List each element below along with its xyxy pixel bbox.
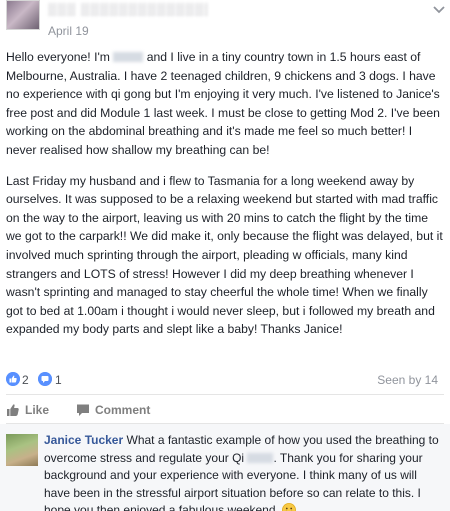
divider — [6, 394, 444, 395]
smiley-emoji-icon — [282, 503, 297, 511]
thumbs-up-icon — [7, 404, 19, 416]
post-header: ▒▒▒ ▒▒▒▒▒▒▒▒▒▒▒▒▒▒ April 19 — [0, 0, 450, 44]
post-text-segment: and I live in a tiny country town in 1.5… — [6, 50, 440, 157]
post-paragraph: Hello everyone! I'm and I live in a tiny… — [6, 48, 444, 160]
like-label: Like — [25, 403, 50, 417]
comment-count[interactable]: 1 — [55, 373, 62, 387]
post-text-segment: Hello everyone! I'm — [6, 50, 114, 64]
post-date[interactable]: April 19 — [48, 24, 89, 38]
comment-bubble-icon — [77, 404, 89, 416]
post-paragraph: Last Friday my husband and i flew to Tas… — [6, 173, 443, 337]
chevron-down-icon[interactable] — [433, 6, 445, 14]
commenter-avatar[interactable] — [6, 434, 38, 466]
author-name-redacted[interactable]: ▒▒▒ ▒▒▒▒▒▒▒▒▒▒▒▒▒▒ — [48, 2, 208, 16]
commenter-name[interactable]: Janice Tucker — [44, 433, 123, 447]
comments-section: Janice Tucker What a fantastic example o… — [0, 424, 450, 511]
comment: Janice Tucker What a fantastic example o… — [44, 432, 444, 511]
comment-count-icon[interactable] — [38, 372, 52, 386]
comment-label: Comment — [95, 403, 151, 417]
comment-button[interactable]: Comment — [76, 402, 156, 418]
like-reaction-icon[interactable] — [6, 372, 20, 386]
reactions-bar: 2 1 Seen by 14 — [0, 366, 450, 392]
redacted-name — [247, 452, 274, 463]
seen-by-count[interactable]: Seen by 14 — [377, 373, 438, 387]
like-button[interactable]: Like — [6, 402, 66, 418]
facebook-post: ▒▒▒ ▒▒▒▒▒▒▒▒▒▒▒▒▒▒ April 19 Hello everyo… — [0, 0, 450, 511]
post-body: Hello everyone! I'm and I live in a tiny… — [6, 48, 444, 351]
like-count[interactable]: 2 — [22, 373, 29, 387]
redacted-name — [113, 52, 144, 62]
author-avatar[interactable] — [6, 0, 40, 30]
